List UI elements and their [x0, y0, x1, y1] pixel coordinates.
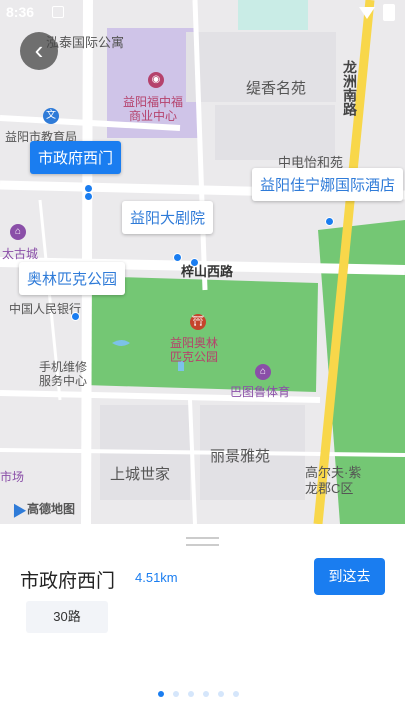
- place-shangcheng: 上城世家: [110, 466, 171, 483]
- page-dot[interactable]: [203, 691, 209, 697]
- status-time: 8:36: [6, 4, 35, 20]
- status-bar: 8:36: [0, 0, 405, 26]
- sports-icon: ⌂: [255, 364, 271, 380]
- go-here-button[interactable]: 到这去: [314, 558, 385, 595]
- callout-selected-stop[interactable]: 市政府西门: [30, 141, 122, 174]
- road-longzhou: 龙洲南路: [342, 60, 358, 116]
- place-park-center: 益阳奥林 匹克公园: [170, 336, 219, 364]
- place-golf: 高尔夫·紫 龙郡C区: [305, 465, 362, 496]
- page-dot[interactable]: [158, 691, 164, 697]
- park-gate-icon: ⛩: [190, 314, 206, 330]
- callout-olympic-park[interactable]: 奥林匹克公园: [19, 262, 126, 295]
- route-chip[interactable]: 30路: [26, 601, 108, 633]
- place-tixiang: 缇香名苑: [246, 80, 307, 97]
- map-logo: 高德地图: [7, 499, 76, 518]
- map-view[interactable]: 8:36 ‹ 泓泰国际公寓 ◉ 益阳福中福 商业中心 缇香名苑 龙洲南路 中电怡…: [0, 0, 405, 524]
- stop-marker[interactable]: [84, 192, 93, 201]
- stop-marker[interactable]: [173, 253, 182, 262]
- navigation-arrow-icon: [7, 499, 27, 518]
- page-indicator: [158, 691, 239, 697]
- shopping-icon: ◉: [148, 72, 164, 88]
- page-dot[interactable]: [218, 691, 224, 697]
- sheet-drag-handle[interactable]: [186, 537, 219, 546]
- education-icon: 文: [43, 108, 59, 124]
- place-phone-repair: 手机维修 服务中心: [39, 360, 88, 388]
- page-dot[interactable]: [173, 691, 179, 697]
- stop-marker[interactable]: [325, 217, 334, 226]
- wifi-icon: [359, 6, 375, 19]
- place-taigu: 太古城: [2, 247, 39, 261]
- place-market: 市场: [0, 470, 25, 484]
- battery-icon: [383, 4, 395, 21]
- place-batu: 巴图鲁体育: [230, 385, 291, 399]
- road-zishan: 梓山西路: [181, 264, 234, 279]
- stop-marker[interactable]: [71, 312, 80, 321]
- notification-icon: [52, 6, 64, 18]
- mall-icon: ⌂: [10, 224, 26, 240]
- page-dot[interactable]: [188, 691, 194, 697]
- callout-hotel[interactable]: 益阳佳宁娜国际酒店: [252, 168, 404, 201]
- map-logo-text: 高德地图: [27, 502, 76, 516]
- page-dot[interactable]: [233, 691, 239, 697]
- stop-distance: 4.51km: [135, 570, 178, 585]
- stop-name: 市政府西门: [20, 571, 116, 592]
- stop-marker[interactable]: [190, 258, 199, 267]
- stop-info-sheet: 市政府西门 4.51km 到这去 30路: [0, 524, 405, 721]
- back-button[interactable]: ‹: [20, 32, 58, 70]
- place-shopping: 益阳福中福 商业中心: [123, 95, 184, 123]
- place-lijing: 丽景雅苑: [210, 448, 271, 465]
- callout-grand-theater[interactable]: 益阳大剧院: [122, 201, 214, 234]
